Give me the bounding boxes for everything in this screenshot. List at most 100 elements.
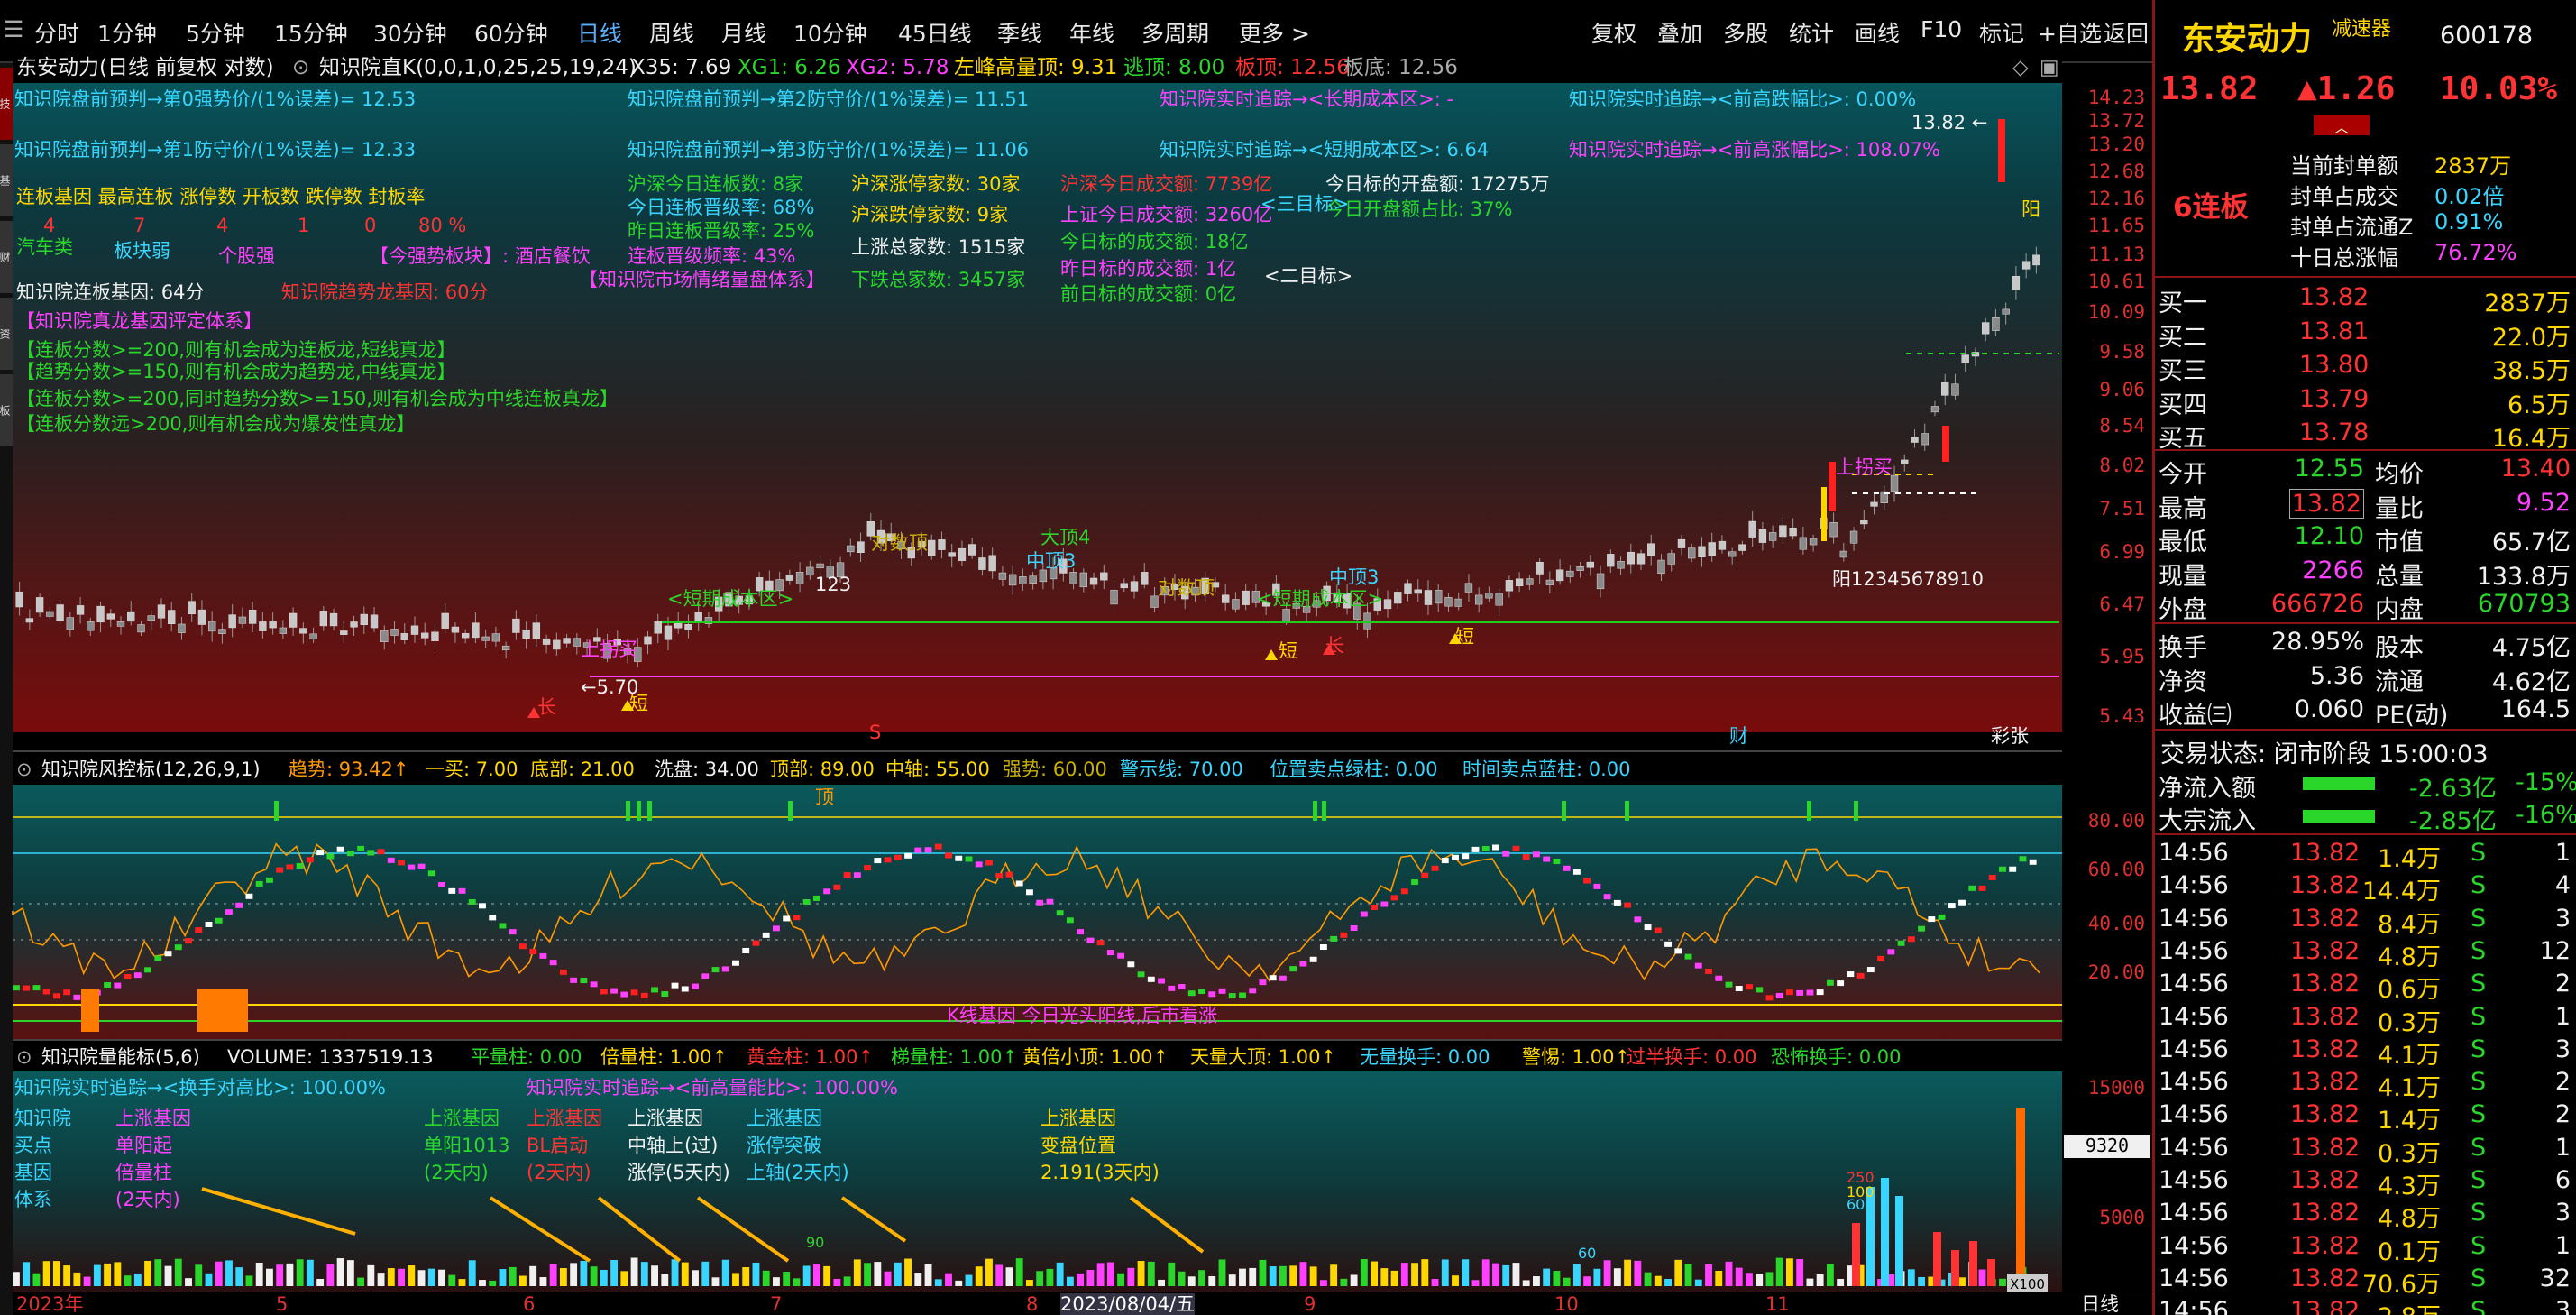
tool-adjust[interactable]: 复权 <box>1591 16 1636 49</box>
period-quarter[interactable]: 季线 <box>997 16 1042 49</box>
osc-dot <box>549 960 557 966</box>
mstat-3: 连板晋级频率: 43% <box>628 245 796 267</box>
left-sidebar: 分 技 基 财 资 板 <box>0 0 13 1315</box>
kline-candle <box>1911 437 1919 443</box>
volume-bar <box>1522 1280 1530 1286</box>
vol-name[interactable]: 知识院量能标(5,6) <box>41 1046 200 1068</box>
volume-bar <box>377 1273 385 1286</box>
period-5min[interactable]: 5分钟 <box>186 16 245 49</box>
volume-bar <box>1933 1232 1941 1286</box>
osc-dot <box>1756 987 1764 993</box>
oscillator-panel[interactable]: 顶 K线基因 今日光头阳线,后市看涨 <box>12 785 2062 1039</box>
volume-bar <box>286 1263 294 1286</box>
period-daily[interactable]: 日线 <box>577 16 622 49</box>
vol-small-mark-3: 90 <box>806 1234 825 1251</box>
indicator-name[interactable]: 知识院直K(0,0,1,0,25,25,19,24) <box>319 56 637 79</box>
period-30min[interactable]: 30分钟 <box>373 16 447 49</box>
kline-candle <box>309 633 317 639</box>
osc-collapse-icon[interactable]: ⊙ <box>16 759 32 780</box>
volume-bar <box>1147 1261 1155 1286</box>
volume-bar <box>1208 1275 1216 1286</box>
kline-candle <box>1901 459 1909 464</box>
maximize-icon[interactable]: ▣ <box>2040 56 2059 79</box>
period-monthly[interactable]: 月线 <box>721 16 766 49</box>
tool-mark[interactable]: 标记 <box>1979 16 2024 49</box>
menu-icon[interactable]: ☰ <box>4 16 23 42</box>
sidebar-tab-6[interactable]: 板 <box>0 374 13 446</box>
tick-volume: 4.1万 <box>2378 1074 2441 1103</box>
sidebar-tab-4[interactable]: 财 <box>0 221 13 293</box>
osc-dot <box>427 870 435 877</box>
period-60min[interactable]: 60分钟 <box>474 16 548 49</box>
sidebar-tab-2[interactable]: 技 <box>0 68 13 140</box>
tick-list[interactable]: 14:56 13.82 1.4万 S 1 14:56 13.82 14.4万 S 4 14:56 13… <box>2155 837 2576 1315</box>
tool-f10[interactable]: F10 <box>1921 16 1962 42</box>
date-label: 9 <box>1304 1293 1316 1315</box>
period-fenshi[interactable]: 分时 <box>34 16 79 49</box>
tool-draw[interactable]: 画线 <box>1855 16 1900 49</box>
tool-stats[interactable]: 统计 <box>1789 16 1834 49</box>
volume-bar <box>752 1262 760 1286</box>
volume-bar <box>1684 1264 1692 1286</box>
period-1min[interactable]: 1分钟 <box>97 16 157 49</box>
sidebar-tab-3[interactable]: 基 <box>0 144 13 216</box>
tool-back[interactable]: 返回 <box>2104 16 2149 49</box>
osc-dot <box>1907 936 1915 943</box>
volume-panel[interactable]: 知识院实时追踪→<换手对高比>: 100.00% 知识院实时追踪→<前高量能比>… <box>13 1071 2062 1295</box>
osc-dot <box>1644 924 1652 931</box>
tool-overlay[interactable]: 叠加 <box>1657 16 1702 49</box>
volume-bar <box>1187 1276 1196 1286</box>
gene-d-2: 上轴(2天内) <box>747 1162 849 1183</box>
osc-dot <box>1684 953 1692 960</box>
tick-row: 14:56 13.82 0.3万 S 1 <box>2155 1133 2576 1168</box>
tool-multi-stock[interactable]: 多股 <box>1723 16 1768 49</box>
expand-icon[interactable]: ◇ <box>2012 56 2029 79</box>
tick-count: 2 <box>2554 970 2571 998</box>
date-label: 6 <box>523 1293 536 1315</box>
osc-time: 时间卖点蓝柱: 0.00 <box>1462 759 1631 780</box>
sidebar-tab-5[interactable]: 资 <box>0 298 13 370</box>
osc-dot <box>651 987 658 993</box>
kline-candle <box>421 632 429 639</box>
volume-bar <box>499 1269 507 1286</box>
period-15min[interactable]: 15分钟 <box>274 16 348 49</box>
period-weekly[interactable]: 周线 <box>649 16 694 49</box>
book-level: 买三 <box>2159 357 2207 385</box>
osc-dot <box>326 853 335 860</box>
fund-value: 4.75亿 <box>2491 634 2571 662</box>
book-volume: 22.0万 <box>2491 323 2571 352</box>
kline-candle <box>157 604 166 619</box>
volume-bar <box>1969 1241 1977 1286</box>
period-more[interactable]: 更多 > <box>1239 16 1310 49</box>
period-multi[interactable]: 多周期 <box>1141 16 1209 49</box>
period-45day[interactable]: 45日线 <box>898 16 972 49</box>
volume-bar <box>1289 1265 1297 1286</box>
volume-bar <box>812 1264 820 1286</box>
period-10min[interactable]: 10分钟 <box>793 16 867 49</box>
kline-candle <box>1414 589 1422 594</box>
tick-side: S <box>2471 1297 2487 1315</box>
mark-short-1: 短 <box>629 693 648 714</box>
kline-candle <box>1069 572 1077 584</box>
osc-dot <box>499 923 507 929</box>
period-year[interactable]: 年线 <box>1069 16 1114 49</box>
tick-price: 13.82 <box>2290 1199 2361 1228</box>
main-kline-panel[interactable]: 知识院盘前预判→第0强势价/(1%误差)= 12.53 知识院盘前预判→第1防守… <box>13 83 2062 747</box>
annotation-arrow <box>201 1187 356 1236</box>
osc-dot <box>904 852 912 859</box>
osc-name[interactable]: 知识院风控标(12,26,9,1) <box>41 759 261 780</box>
vol-collapse-icon[interactable]: ⊙ <box>16 1046 32 1068</box>
book-level: 买二 <box>2159 323 2207 352</box>
volume-bar <box>762 1270 770 1286</box>
mark-short-cost-1: <短期成本区> <box>667 588 794 610</box>
tick-time: 14:56 <box>2159 1133 2229 1162</box>
osc-dot <box>1887 949 1895 955</box>
tick-price: 13.82 <box>2290 1166 2361 1194</box>
osc-dot <box>1746 984 1753 990</box>
collapse-icon[interactable]: ⊙ <box>292 56 309 79</box>
period-tag[interactable]: 日线 <box>2081 1293 2119 1315</box>
kline-candle <box>1667 553 1675 565</box>
tool-add-watch[interactable]: +自选 <box>2038 16 2102 49</box>
vol-ladder: 梯量柱: 1.00↑ <box>891 1046 1019 1068</box>
expand-arrow-icon[interactable]: ︿ <box>2314 115 2370 136</box>
